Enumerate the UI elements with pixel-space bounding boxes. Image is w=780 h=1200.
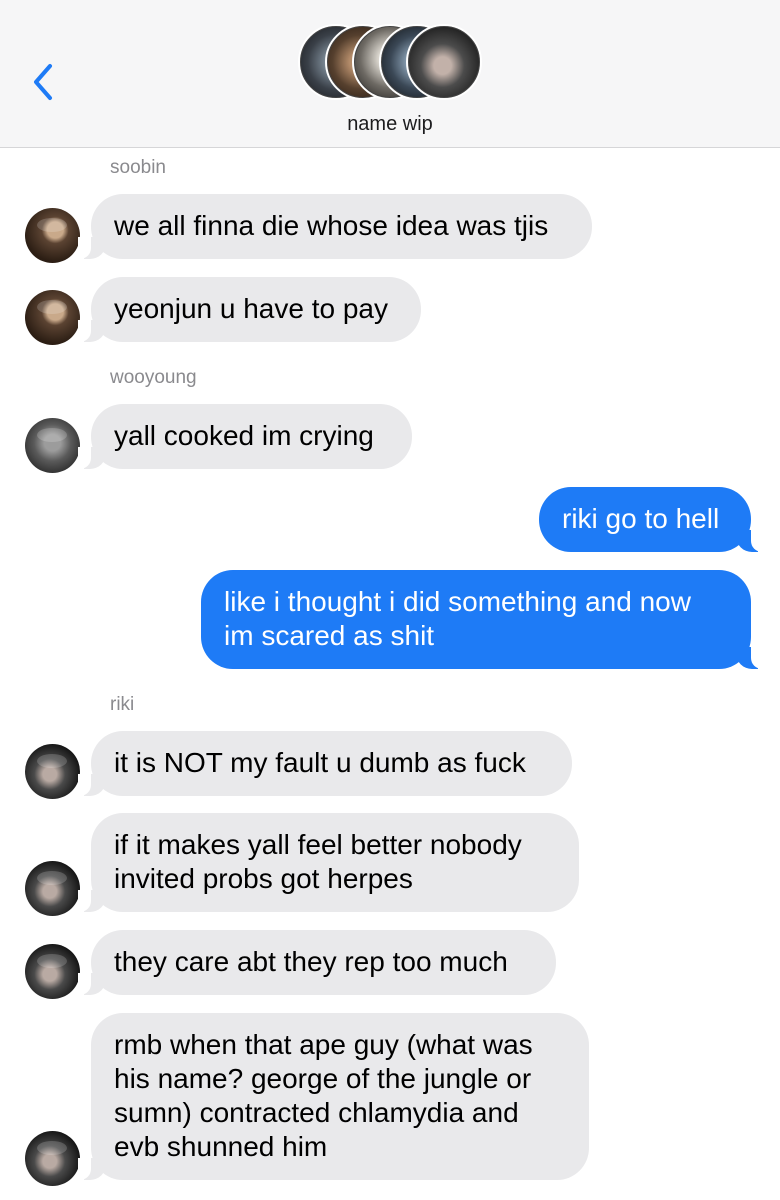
message-text-line: im scared as shit xyxy=(224,620,435,651)
sender-name-riki: riki xyxy=(110,694,135,715)
incoming-message[interactable]: if it makes yall feel better nobody invi… xyxy=(78,813,579,912)
group-avatars[interactable] xyxy=(298,24,484,100)
message-text: they care abt they rep too much xyxy=(114,946,508,977)
message-text-line: sumn) contracted chlamydia and xyxy=(114,1097,519,1128)
incoming-message[interactable]: it is NOT my fault u dumb as fuck xyxy=(78,731,572,796)
incoming-message[interactable]: we all finna die whose idea was tjis xyxy=(78,194,592,259)
sender-name-wooyoung: wooyoung xyxy=(110,367,197,388)
outgoing-message[interactable]: like i thought i did something and now i… xyxy=(201,570,764,669)
avatar-wooyoung[interactable] xyxy=(25,418,80,473)
chat-title[interactable]: name wip xyxy=(0,113,780,136)
chevron-left-icon xyxy=(34,64,52,100)
message-text: we all finna die whose idea was tjis xyxy=(114,210,549,241)
chat-header: name wip xyxy=(0,0,780,148)
sender-name-soobin: soobin xyxy=(110,157,166,178)
group-avatar xyxy=(406,24,482,100)
incoming-message[interactable]: yeonjun u have to pay xyxy=(78,277,421,342)
message-text-line: evb shunned him xyxy=(114,1131,328,1162)
message-text-line: if it makes yall feel better nobody xyxy=(114,829,522,860)
avatar-riki[interactable] xyxy=(25,1131,80,1186)
message-text-line: invited probs got herpes xyxy=(114,863,413,894)
message-text-line: like i thought i did something and now xyxy=(224,586,691,617)
message-text: it is NOT my fault u dumb as fuck xyxy=(114,747,526,778)
incoming-message[interactable]: yall cooked im crying xyxy=(78,404,412,469)
avatar-riki[interactable] xyxy=(25,744,80,799)
message-text-line: his name? george of the jungle or xyxy=(114,1063,532,1094)
avatar-soobin[interactable] xyxy=(25,290,80,345)
outgoing-message[interactable]: riki go to hell xyxy=(539,487,764,552)
message-text-line: rmb when that ape guy (what was xyxy=(114,1029,533,1060)
message-text: riki go to hell xyxy=(562,503,720,534)
avatar-riki[interactable] xyxy=(25,944,80,999)
back-button[interactable] xyxy=(26,60,60,104)
message-text: yall cooked im crying xyxy=(114,420,374,451)
incoming-message[interactable]: they care abt they rep too much xyxy=(78,930,556,995)
message-text: yeonjun u have to pay xyxy=(114,293,388,324)
avatar-riki[interactable] xyxy=(25,861,80,916)
avatar-soobin[interactable] xyxy=(25,208,80,263)
incoming-message[interactable]: rmb when that ape guy (what was his name… xyxy=(78,1013,589,1180)
